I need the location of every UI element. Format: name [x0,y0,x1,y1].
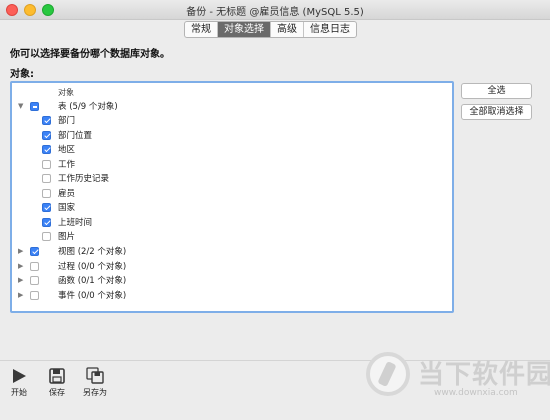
item-checkbox[interactable] [42,217,51,227]
table-item[interactable]: 上班时间 [12,216,452,230]
disclosure-expanded-icon[interactable]: ▼ [18,102,23,110]
tab-advanced[interactable]: 高级 [271,22,304,37]
tree-group-events[interactable]: ▶ 事件 (0/0 个对象) [12,289,452,303]
save-button[interactable]: 保存 [42,367,72,398]
tree-group-procedures[interactable]: ▶ 过程 (0/0 个对象) [12,260,452,274]
watermark-logo-icon [366,352,410,396]
save-label: 保存 [49,388,65,397]
tab-object-selection[interactable]: 对象选择 [218,22,271,37]
table-item[interactable]: 图片 [12,230,452,244]
tab-general[interactable]: 常规 [185,22,218,37]
window-title: 备份 - 无标题 @雇员信息 (MySQL 5.5) [186,7,364,18]
item-label: 部门位置 [58,130,93,141]
object-tree[interactable]: 对象 ▼ 表 (5/9 个对象) 部门 部门位置 地区 工作 工作历史记录 雇员… [10,81,454,313]
disclosure-collapsed-icon[interactable]: ▶ [18,247,23,255]
procedures-checkbox[interactable] [30,261,39,271]
item-checkbox[interactable] [42,159,51,169]
item-label: 工作 [58,159,76,170]
item-label: 国家 [58,203,76,213]
views-checkbox[interactable] [30,247,39,256]
table-item[interactable]: 雇员 [12,187,452,201]
table-item[interactable]: 工作 [12,158,452,172]
save-as-button[interactable]: 另存为 [80,367,110,398]
tree-group-tables[interactable]: ▼ 表 (5/9 个对象) [12,100,452,114]
table-item[interactable]: 部门 [12,114,452,128]
table-item[interactable]: 工作历史记录 [12,172,452,186]
item-label: 工作历史记录 [58,174,110,184]
tree-group-functions[interactable]: ▶ 函数 (0/1 个对象) [12,274,452,288]
item-checkbox[interactable] [42,145,51,154]
watermark-url: www.downxia.com [434,388,518,398]
group-label: 函数 (0/1 个对象) [58,276,127,286]
disclosure-collapsed-icon[interactable]: ▶ [18,276,23,284]
item-checkbox[interactable] [42,232,51,241]
tab-bar: 常规 对象选择 高级 信息日志 [184,21,357,38]
site-watermark: 当下软件园 www.downxia.com [366,352,550,412]
save-as-label: 另存为 [83,388,107,397]
item-label: 部门 [58,116,76,126]
deselect-all-button[interactable]: 全部取消选择 [461,104,532,120]
start-label: 开始 [11,388,27,397]
functions-checkbox[interactable] [30,276,39,285]
item-label: 上班时间 [58,217,93,228]
table-item[interactable]: 国家 [12,201,452,215]
group-label: 视图 (2/2 个对象) [58,247,127,257]
tree-group-views[interactable]: ▶ 视图 (2/2 个对象) [12,245,452,259]
item-label: 图片 [58,232,76,242]
item-checkbox[interactable] [42,188,51,198]
tree-column-header: 对象 [58,88,74,97]
item-checkbox[interactable] [42,130,51,140]
floppy-disk-icon [49,368,65,384]
select-all-button[interactable]: 全选 [461,83,532,99]
instruction-text: 你可以选择要备份哪个数据库对象。 [10,49,170,60]
item-label: 雇员 [58,188,76,199]
item-checkbox[interactable] [42,116,51,125]
table-item[interactable]: 部门位置 [12,129,452,143]
objects-label: 对象: [10,69,34,80]
play-icon [13,369,26,383]
group-label: 过程 (0/0 个对象) [58,261,127,272]
start-button[interactable]: 开始 [4,367,34,398]
tables-checkbox[interactable] [30,102,39,111]
disclosure-collapsed-icon[interactable]: ▶ [18,262,23,270]
save-as-icon [86,367,104,384]
item-label: 地区 [58,145,76,155]
disclosure-collapsed-icon[interactable]: ▶ [18,291,23,299]
tab-message-log[interactable]: 信息日志 [304,22,356,37]
events-checkbox[interactable] [30,290,39,300]
tables-group-label: 表 (5/9 个对象) [58,102,118,112]
watermark-text: 当下软件园 [418,360,550,390]
item-checkbox[interactable] [42,203,51,212]
title-bar: 备份 - 无标题 @雇员信息 (MySQL 5.5) [0,0,550,20]
group-label: 事件 (0/0 个对象) [58,290,127,301]
item-checkbox[interactable] [42,174,51,183]
table-item[interactable]: 地区 [12,143,452,157]
